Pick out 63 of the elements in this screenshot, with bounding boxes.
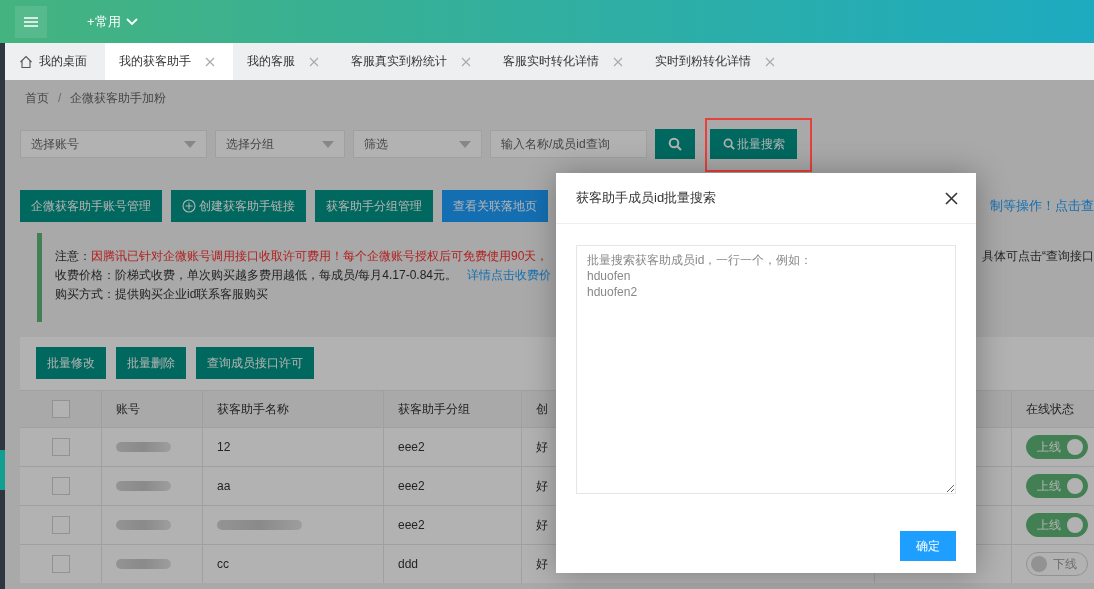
column-header: 获客助手名称 [203, 390, 384, 427]
dropdown-icon [184, 140, 196, 148]
tab[interactable]: 我的获客助手 [105, 43, 233, 80]
tab[interactable]: 我的桌面 [5, 43, 105, 80]
table-action-button[interactable]: 批量删除 [116, 347, 186, 379]
column-header: 获客助手分组 [384, 390, 522, 427]
select-field[interactable]: 筛选 [353, 130, 482, 158]
home-icon [19, 54, 33, 69]
select-field[interactable]: 选择分组 [215, 130, 345, 158]
batch-search-button[interactable]: 批量搜索 [710, 129, 797, 159]
notice-text: 收费价格：阶梯式收费，单次购买越多费用越低，每成员/每月4.17-0.84元。 [55, 267, 458, 284]
table-cell: cc [203, 544, 384, 583]
column-header: 账号 [102, 390, 203, 427]
action-button[interactable]: 查看关联落地页 [442, 190, 548, 222]
notice-text: 购买方式：提供购买企业id联系客服购买 [55, 286, 269, 303]
checkbox[interactable] [51, 516, 70, 534]
table-cell: ddd [384, 544, 522, 583]
action-button[interactable]: 获客助手分组管理 [315, 190, 433, 222]
checkbox[interactable] [51, 477, 70, 495]
table-cell: 12 [203, 427, 384, 466]
dialog-title: 获客助手成员id批量搜索 [576, 189, 717, 207]
menu-button[interactable] [15, 5, 47, 38]
search-button[interactable] [655, 129, 695, 159]
dropdown-icon [322, 140, 334, 148]
plus-circle-icon [182, 199, 196, 213]
action-button[interactable]: 企微获客助手账号管理 [20, 190, 162, 222]
table-cell: eee2 [384, 505, 522, 544]
menu-icon [24, 16, 38, 27]
action-button[interactable]: 创建获客助手链接 [171, 190, 306, 222]
column-header: 在线状态 [1012, 390, 1094, 427]
select-field[interactable]: 选择账号 [20, 130, 207, 158]
close-icon[interactable] [945, 191, 958, 205]
table-cell: eee2 [384, 466, 522, 505]
status-toggle[interactable]: 上线 [1026, 474, 1088, 498]
search-icon [668, 137, 682, 151]
notice-text: 具体可点击“查询接口 [982, 248, 1094, 265]
breadcrumb-separator: / [58, 91, 62, 105]
breadcrumb-link[interactable]: 首页 [25, 89, 49, 107]
tab[interactable]: 客服真实到粉统计 [337, 43, 489, 80]
checkbox[interactable] [51, 400, 70, 418]
table-action-button[interactable]: 批量修改 [36, 347, 106, 379]
pricing-link[interactable]: 详情点击收费价 [467, 267, 552, 284]
confirm-button[interactable]: 确定 [900, 531, 956, 561]
search-icon [722, 138, 735, 150]
dropdown-icon [459, 140, 471, 148]
status-toggle[interactable]: 上线 [1026, 435, 1088, 459]
table-cell: aa [203, 466, 384, 505]
input-field[interactable]: 批量搜索获客助成员id，一行一个，例如： hduofen hduofen2 [576, 245, 956, 494]
tab[interactable]: 客服实时转化详情 [489, 43, 641, 80]
table-cell: eee2 [384, 427, 522, 466]
breadcrumb-current: 企微获客助手加粉 [70, 89, 167, 107]
search-field[interactable]: 输入名称/成员id查询 [490, 130, 647, 158]
tab[interactable]: 我的客服 [233, 43, 337, 80]
shortcut-menu[interactable]: +常用 [87, 12, 138, 31]
chevron-down-icon [125, 17, 138, 26]
checkbox[interactable] [51, 438, 70, 456]
notice-text: 注意：因腾讯已针对企微账号调用接口收取许可费用！每个企微账号授权后可免费使用90天， [55, 248, 549, 265]
table-action-button[interactable]: 查询成员接口许可 [196, 347, 314, 379]
status-toggle[interactable]: 下线 [1026, 552, 1088, 576]
status-toggle[interactable]: 上线 [1026, 513, 1088, 537]
help-link[interactable]: 制等操作！点击查 [990, 197, 1094, 215]
checkbox[interactable] [51, 555, 70, 573]
tab[interactable]: 实时到粉转化详情 [641, 43, 793, 80]
